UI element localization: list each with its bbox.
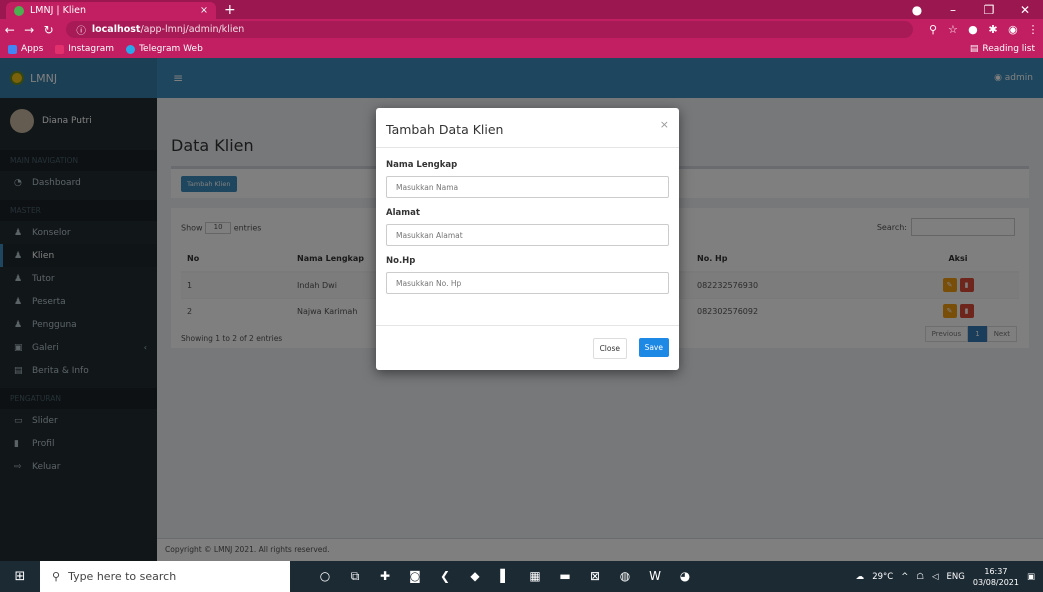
- info-icon[interactable]: ⓘ: [76, 23, 86, 37]
- windows-start-icon[interactable]: ⊞: [0, 569, 40, 584]
- nama-input[interactable]: [386, 176, 669, 198]
- vscode-icon[interactable]: ❮: [430, 569, 460, 584]
- star-icon[interactable]: ☆: [943, 23, 963, 36]
- bookmark-instagram[interactable]: Instagram: [55, 44, 114, 54]
- label-nama: Nama Lengkap: [386, 160, 458, 170]
- profile-icon[interactable]: ●: [899, 3, 935, 17]
- modal-close-icon[interactable]: ×: [660, 118, 669, 131]
- save-button[interactable]: Save: [638, 338, 669, 357]
- camera-icon[interactable]: ◙: [400, 569, 430, 584]
- maximize-icon[interactable]: ❐: [971, 3, 1007, 17]
- bookmark-apps[interactable]: Apps: [8, 44, 43, 54]
- tab-close-icon[interactable]: ×: [200, 5, 208, 16]
- apps-icon: [8, 44, 17, 54]
- app-icon[interactable]: ◕: [670, 569, 700, 584]
- favicon-icon: [14, 5, 24, 16]
- reading-list-icon: ▤: [969, 44, 979, 54]
- browser-tab-bar: LMNJ | Klien × + ● – ❐ ✕: [0, 0, 1043, 19]
- language-indicator[interactable]: ENG: [947, 572, 965, 582]
- modal-body: Nama Lengkap Alamat No.Hp: [376, 148, 679, 304]
- window-close-icon[interactable]: ✕: [1007, 3, 1043, 17]
- puzzle-icon[interactable]: ✱: [983, 23, 1003, 36]
- taskbar-search[interactable]: ⚲ Type here to search: [40, 561, 290, 592]
- close-button[interactable]: Close: [592, 338, 627, 359]
- taskbar-apps: ○ ⧉ ✚ ◙ ❮ ◆ ▌ ▦ ▬ ⊠ ◍ W ◕: [310, 569, 700, 584]
- label-alamat: Alamat: [386, 208, 420, 218]
- menu-icon[interactable]: ⋮: [1023, 23, 1043, 36]
- weather-icon: ☁: [855, 571, 865, 582]
- alamat-input[interactable]: [386, 224, 669, 246]
- bookmarks-bar: Apps Instagram Telegram Web ▤ Reading lis…: [0, 40, 1043, 58]
- app-icon[interactable]: ▌: [490, 569, 520, 584]
- tab-title: LMNJ | Klien: [30, 5, 87, 16]
- git-icon[interactable]: ◆: [460, 569, 490, 584]
- add-client-modal: Tambah Data Klien × Nama Lengkap Alamat …: [376, 108, 679, 370]
- chrome-icon[interactable]: ◍: [610, 569, 640, 584]
- label-hp: No.Hp: [386, 256, 416, 266]
- app-icon[interactable]: ▦: [520, 569, 550, 584]
- telegram-icon: [126, 44, 136, 54]
- avatar-icon[interactable]: ◉: [1003, 23, 1023, 36]
- weather-temp[interactable]: 29°C: [872, 572, 893, 582]
- network-icon[interactable]: ☖: [916, 572, 924, 582]
- modal-footer: Close Save: [376, 325, 679, 370]
- app-icon[interactable]: ✚: [370, 569, 400, 584]
- search-icon: ⚲: [52, 570, 61, 583]
- address-bar-row: ← → ↻ ⓘ localhost /app-lmnj/admin/klien …: [0, 19, 1043, 40]
- new-tab-button[interactable]: +: [224, 2, 236, 19]
- bookmark-telegram[interactable]: Telegram Web: [126, 44, 203, 54]
- xampp-icon[interactable]: ⊠: [580, 569, 610, 584]
- instagram-icon: [55, 44, 65, 54]
- folder-icon[interactable]: ▬: [550, 569, 580, 584]
- url-host: localhost: [91, 24, 141, 35]
- system-tray: ☁ 29°C ^ ☖ ◁ ENG 16:37 03/08/2021 ▣: [856, 566, 1043, 588]
- hp-input[interactable]: [386, 272, 669, 294]
- toolbar-icons: ⚲ ☆ ● ✱ ◉ ⋮: [923, 23, 1043, 36]
- url-field[interactable]: ⓘ localhost /app-lmnj/admin/klien: [66, 21, 913, 38]
- clock[interactable]: 16:37 03/08/2021: [973, 566, 1019, 588]
- word-icon[interactable]: W: [640, 569, 670, 584]
- volume-icon[interactable]: ◁: [932, 572, 939, 582]
- windows-taskbar: ⊞ ⚲ Type here to search ○ ⧉ ✚ ◙ ❮ ◆ ▌ ▦ ▬…: [0, 561, 1043, 592]
- modal-title: Tambah Data Klien: [386, 122, 504, 137]
- browser-tab[interactable]: LMNJ | Klien ×: [6, 2, 216, 19]
- reading-list[interactable]: ▤ Reading list: [970, 40, 1035, 58]
- window-controls: ● – ❐ ✕: [899, 0, 1043, 19]
- cortana-icon[interactable]: ○: [310, 569, 340, 584]
- zoom-icon[interactable]: ⚲: [923, 23, 943, 36]
- minimize-icon[interactable]: –: [935, 3, 971, 17]
- url-path: /app-lmnj/admin/klien: [140, 24, 245, 35]
- tray-chevron-icon[interactable]: ^: [901, 572, 908, 582]
- modal-header: Tambah Data Klien ×: [376, 108, 679, 148]
- notification-icon[interactable]: ▣: [1027, 572, 1035, 582]
- reload-icon[interactable]: ↻: [39, 23, 58, 37]
- extension-icon[interactable]: ●: [963, 23, 983, 36]
- back-icon[interactable]: ←: [0, 23, 19, 37]
- forward-icon[interactable]: →: [19, 23, 38, 37]
- task-view-icon[interactable]: ⧉: [340, 569, 370, 584]
